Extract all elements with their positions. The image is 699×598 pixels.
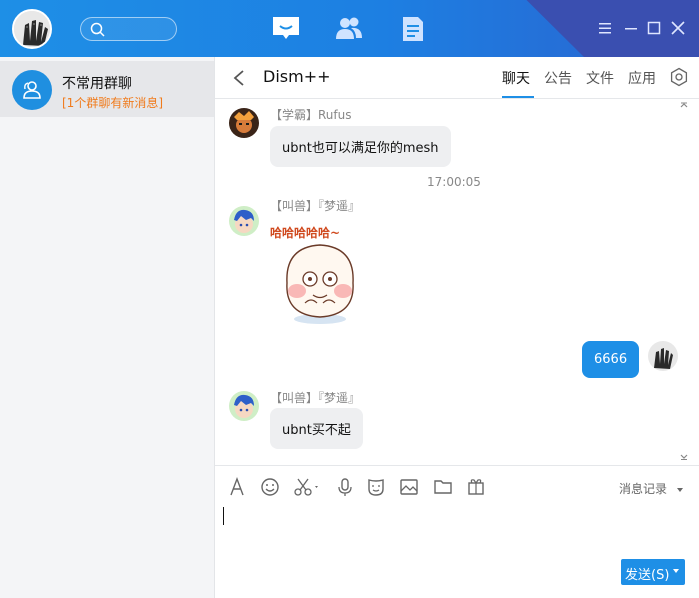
- scroll-up-icon[interactable]: [679, 101, 689, 111]
- sender-name: 【叫兽】『梦遥』: [270, 391, 361, 405]
- timestamp: 17:00:05: [427, 175, 481, 189]
- conversation-list: 不常用群聊 [1个群聊有新消息]: [0, 57, 215, 598]
- screenshot-icon[interactable]: [293, 477, 321, 497]
- avatar[interactable]: [229, 206, 259, 236]
- chat-header: Dism++ 聊天 公告 文件 应用: [215, 57, 699, 99]
- folder-icon[interactable]: [433, 477, 453, 497]
- group-avatar: [12, 70, 52, 110]
- font-icon[interactable]: [227, 477, 247, 497]
- apps-icon[interactable]: [398, 14, 428, 44]
- tab-files[interactable]: 文件: [586, 68, 614, 88]
- sticker-image[interactable]: [273, 239, 368, 325]
- chat-icon[interactable]: [271, 14, 301, 44]
- send-button[interactable]: 发送(S): [621, 559, 685, 585]
- history-label: 消息记录: [619, 482, 668, 496]
- menu-icon[interactable]: [597, 20, 613, 36]
- text-caret: [223, 507, 224, 525]
- search-box[interactable]: [80, 17, 177, 41]
- send-label: 发送(S): [625, 568, 670, 583]
- my-message-bubble[interactable]: 6666: [582, 341, 640, 378]
- minimize-icon[interactable]: [623, 20, 639, 36]
- contacts-icon[interactable]: [334, 14, 364, 44]
- search-icon: [90, 22, 105, 37]
- message-history-button[interactable]: 消息记录: [619, 480, 683, 497]
- tab-apps[interactable]: 应用: [628, 68, 656, 88]
- send-options-icon[interactable]: [673, 569, 679, 573]
- unread-notice: [1个群聊有新消息]: [62, 96, 163, 110]
- title-bar-accent: [526, 0, 699, 57]
- active-tab-indicator: [502, 96, 534, 98]
- emoji-icon[interactable]: [260, 477, 280, 497]
- more-apps-icon[interactable]: [466, 477, 486, 497]
- image-icon[interactable]: [399, 477, 419, 497]
- sticker-icon[interactable]: [366, 477, 386, 497]
- voice-icon[interactable]: [335, 477, 355, 497]
- avatar[interactable]: [229, 108, 259, 138]
- avatar[interactable]: [229, 391, 259, 421]
- tab-chat[interactable]: 聊天: [502, 68, 530, 88]
- message-bubble[interactable]: ubnt也可以满足你的mesh: [270, 126, 451, 167]
- my-avatar-small[interactable]: [648, 341, 678, 371]
- close-icon[interactable]: [670, 20, 686, 36]
- tab-announcement[interactable]: 公告: [544, 68, 572, 88]
- settings-icon[interactable]: [669, 67, 689, 87]
- message-list: 【学霸】Rufus ubnt也可以满足你的mesh 17:00:05 【叫兽】『…: [215, 99, 699, 465]
- back-arrow-icon[interactable]: [231, 69, 247, 87]
- sender-name: 【学霸】Rufus: [270, 108, 352, 122]
- conversation-item[interactable]: 不常用群聊 [1个群聊有新消息]: [0, 61, 214, 117]
- input-toolbar: 消息记录: [215, 465, 699, 507]
- scroll-down-icon[interactable]: [679, 451, 689, 461]
- message-input[interactable]: 发送(S): [215, 507, 699, 598]
- chevron-down-icon: [676, 487, 683, 492]
- sender-name: 【叫兽】『梦遥』: [270, 199, 361, 213]
- my-avatar[interactable]: [12, 9, 52, 49]
- group-icon: [23, 81, 41, 99]
- chat-title: Dism++: [263, 67, 331, 86]
- conversation-name: 不常用群聊: [62, 76, 132, 92]
- maximize-icon[interactable]: [646, 20, 662, 36]
- title-bar: [0, 0, 699, 57]
- message-bubble[interactable]: ubnt买不起: [270, 408, 363, 449]
